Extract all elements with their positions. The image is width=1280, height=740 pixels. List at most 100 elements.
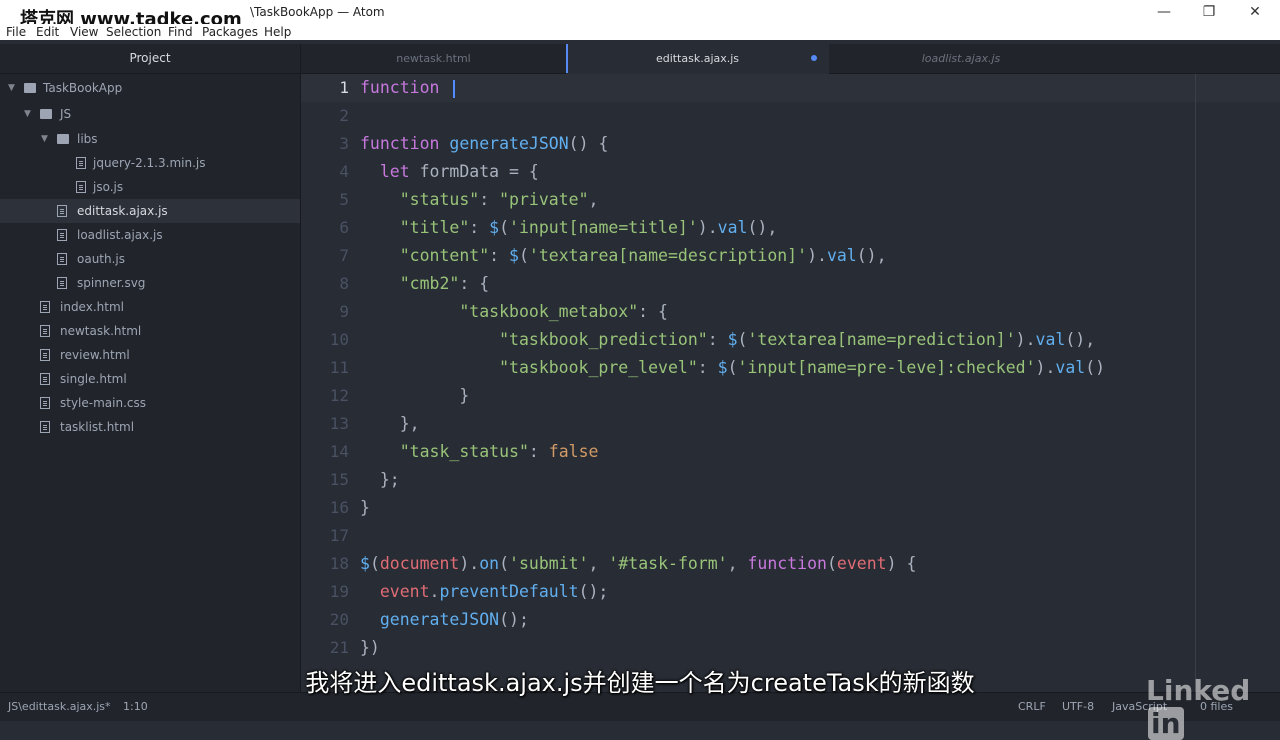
file-icon — [57, 253, 67, 265]
file-icon — [40, 397, 50, 409]
code-line: }; — [360, 470, 400, 489]
file-icon — [40, 373, 50, 385]
tree-item-label: oauth.js — [77, 252, 126, 266]
tab-bar: newtask.html edittask.ajax.js loadlist.a… — [301, 44, 1280, 74]
close-button[interactable]: ✕ — [1241, 2, 1269, 22]
tree-file-index[interactable]: index.html — [0, 295, 300, 319]
maximize-button[interactable]: ❐ — [1195, 2, 1223, 22]
line-number: 10 — [329, 330, 349, 349]
line-number: 9 — [339, 302, 349, 321]
linkedin-logo: Linkedin — [1146, 674, 1280, 740]
tree-item-label: TaskBookApp — [43, 81, 123, 95]
code-line: } — [360, 386, 470, 405]
linkedin-logo-text: Linked — [1146, 674, 1251, 707]
tree-view: Project ▼ TaskBookApp ▼ JS ▼ libs jquery… — [0, 44, 301, 692]
tree-item-label: style-main.css — [60, 396, 147, 410]
tree-view-header[interactable]: Project — [0, 44, 300, 74]
folder-icon — [24, 83, 36, 93]
code-line: "taskbook_prediction": $('textarea[name=… — [499, 330, 1096, 349]
tree-item-label: review.html — [60, 348, 130, 362]
tree-file-loadlist[interactable]: loadlist.ajax.js — [0, 223, 300, 247]
tree-file-jquery[interactable]: jquery-2.1.3.min.js — [0, 151, 300, 175]
tree-file-style-main[interactable]: style-main.css — [0, 391, 300, 415]
tree-file-single[interactable]: single.html — [0, 367, 300, 391]
tree-item-label: jquery-2.1.3.min.js — [93, 156, 206, 170]
menu-packages[interactable]: Packages — [202, 24, 258, 40]
file-icon — [57, 205, 67, 217]
file-icon — [76, 181, 86, 193]
code-line: "task_status": false — [399, 442, 599, 461]
tree-item-label: jso.js — [93, 180, 124, 194]
tab-edittask-ajax-js[interactable]: edittask.ajax.js — [566, 44, 829, 74]
code-line: generateJSON(); — [379, 610, 529, 629]
tree-folder-libs[interactable]: ▼ libs — [0, 127, 300, 151]
tree-file-jso[interactable]: jso.js — [0, 175, 300, 199]
menu-file[interactable]: File — [6, 24, 26, 40]
tree-file-oauth[interactable]: oauth.js — [0, 247, 300, 271]
tree-file-edittask[interactable]: edittask.ajax.js — [0, 199, 300, 223]
text-cursor — [453, 80, 455, 98]
tree-folder-taskbookapp[interactable]: ▼ TaskBookApp — [0, 76, 300, 100]
code-line: }, — [360, 414, 420, 433]
tree-file-spinner[interactable]: spinner.svg — [0, 271, 300, 295]
line-number: 16 — [329, 498, 349, 517]
tree-item-label: loadlist.ajax.js — [77, 228, 163, 242]
line-number: 15 — [329, 470, 349, 489]
tree-item-label: newtask.html — [60, 324, 142, 338]
file-icon — [57, 229, 67, 241]
menu-view[interactable]: View — [70, 24, 98, 40]
code-line: function — [360, 78, 440, 97]
line-number: 4 — [339, 162, 349, 181]
file-icon — [76, 157, 86, 169]
tree-item-label: index.html — [60, 300, 124, 314]
title-bar: 塔克网 www.tadke.com \TaskBookApp — Atom — … — [0, 0, 1280, 30]
code-line: "cmb2": { — [399, 274, 490, 293]
file-icon — [40, 301, 50, 313]
linkedin-in-badge: in — [1148, 707, 1184, 740]
tree-item-label: tasklist.html — [60, 420, 135, 434]
code-line: let formData = { — [379, 162, 539, 181]
tab-newtask-html[interactable]: newtask.html — [301, 44, 566, 73]
line-number: 18 — [329, 554, 349, 573]
line-number: 5 — [339, 190, 349, 209]
code-line: "taskbook_pre_level": $('input[name=pre-… — [499, 358, 1106, 377]
tab-label: edittask.ajax.js — [655, 52, 740, 65]
file-icon — [40, 349, 50, 361]
tree-item-label: libs — [77, 132, 98, 146]
active-tab-indicator — [566, 44, 568, 73]
chevron-down-icon: ▼ — [41, 134, 48, 144]
code-line: "title": $('input[name=title]').val(), — [399, 218, 778, 237]
file-icon — [40, 325, 50, 337]
line-number: 13 — [329, 414, 349, 433]
minimize-button[interactable]: — — [1150, 2, 1178, 22]
line-number: 21 — [329, 638, 349, 657]
code-editor[interactable]: 1 2 3 4 5 6 7 8 9 10 11 12 13 14 15 16 1… — [301, 74, 1280, 692]
menu-edit[interactable]: Edit — [36, 24, 59, 40]
code-line: }) — [360, 638, 380, 657]
file-icon — [57, 277, 67, 289]
tab-loadlist-ajax-js[interactable]: loadlist.ajax.js — [829, 44, 1093, 73]
folder-icon — [57, 134, 69, 144]
code-line: "taskbook_metabox": { — [459, 302, 668, 321]
line-number: 2 — [339, 106, 349, 125]
tree-folder-js[interactable]: ▼ JS — [0, 102, 300, 126]
line-number: 7 — [339, 246, 349, 265]
line-number: 1 — [339, 78, 349, 97]
video-subtitle: 我将进入edittask.ajax.js并创建一个名为createTask的新函… — [305, 669, 975, 697]
line-number: 17 — [329, 526, 349, 545]
line-number: 6 — [339, 218, 349, 237]
menu-selection[interactable]: Selection — [106, 24, 161, 40]
code-line: } — [360, 498, 370, 517]
folder-icon — [40, 109, 52, 119]
tree-file-newtask[interactable]: newtask.html — [0, 319, 300, 343]
menu-help[interactable]: Help — [264, 24, 291, 40]
menu-find[interactable]: Find — [168, 24, 193, 40]
tree-file-review[interactable]: review.html — [0, 343, 300, 367]
tree-file-tasklist[interactable]: tasklist.html — [0, 415, 300, 439]
code-line: $(document).on('submit', '#task-form', f… — [360, 554, 917, 573]
line-number: 3 — [339, 134, 349, 153]
tree-item-label: edittask.ajax.js — [77, 204, 168, 218]
chevron-down-icon: ▼ — [8, 83, 15, 93]
tree-item-label: spinner.svg — [77, 276, 146, 290]
code-line: "content": $('textarea[name=description]… — [399, 246, 887, 265]
